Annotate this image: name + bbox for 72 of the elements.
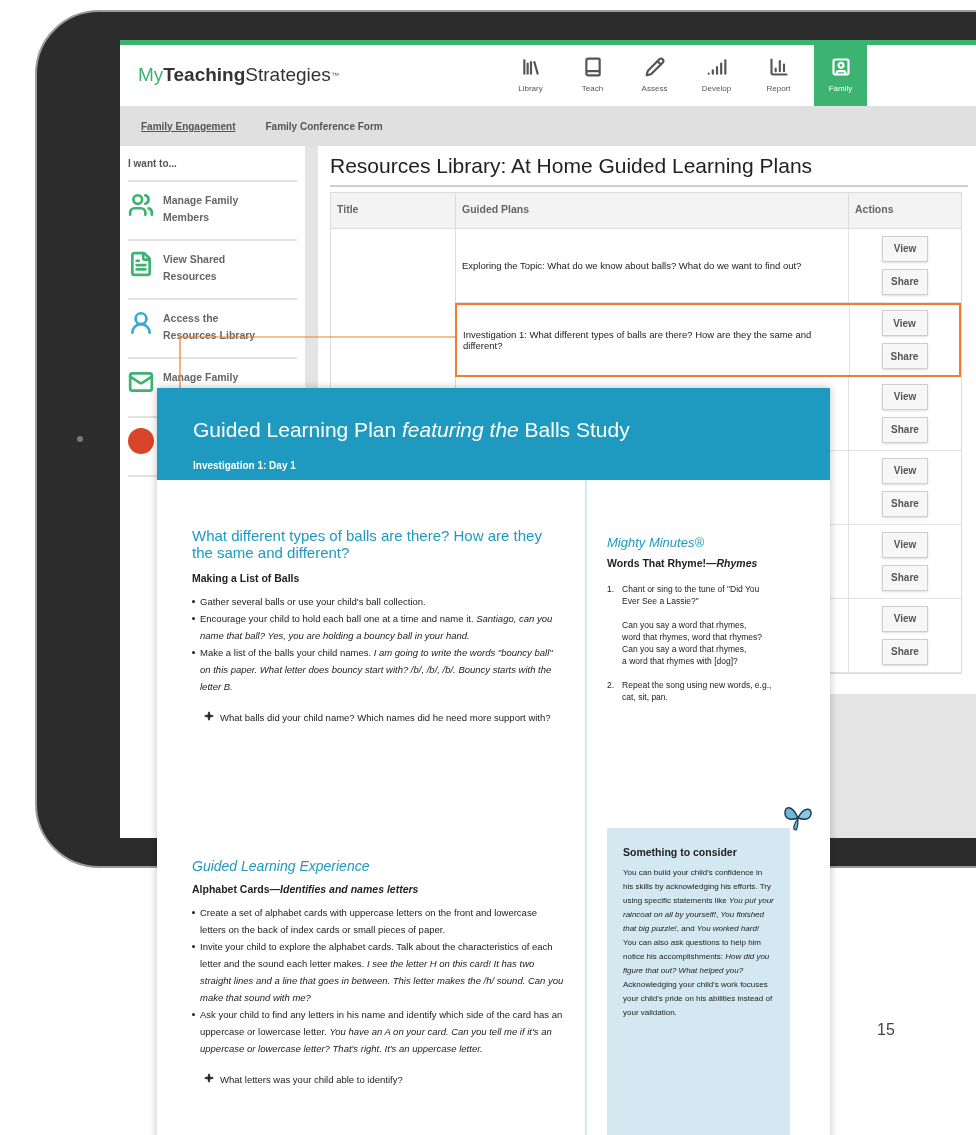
nav-tab[interactable]: Report	[752, 45, 805, 106]
section-heading: Mighty Minutes®	[607, 537, 705, 549]
section-subheading: Alphabet Cards—Identifies and names letters	[192, 882, 420, 897]
bullet-icon	[192, 651, 195, 654]
action-button[interactable]: Share	[882, 490, 928, 517]
bullet-text: Ask your child to find any letters in his name and identify which side of the card has an uppercase or lowercase letter. You have an A on your card. Can you tell me if it's an uppercase or lowercase letter? That's right. It's an uppercase letter.	[200, 1008, 564, 1056]
step-text: Repeat the song using new words, e.g., cat, sit, pan.	[622, 679, 773, 703]
song-verse: Can you say a word that rhymes, word that rhymes, word that rhymes? Can you say a word that rhymes, a word that rhymes with [dog]?	[622, 619, 763, 667]
page-number: 15	[877, 1020, 895, 1040]
document-title: Guided Learning Plan featuring the Balls Study	[193, 417, 631, 443]
action-button[interactable]: View	[882, 605, 928, 632]
bullet-icon	[192, 617, 195, 620]
action-button[interactable]: Share	[882, 564, 928, 591]
step-number: 2.	[607, 679, 615, 692]
nav-tab[interactable]: Develop	[690, 45, 743, 106]
action-button[interactable]: View	[882, 531, 928, 558]
nav-tab[interactable]: Assess	[628, 45, 681, 106]
reflection-question: What balls did your child name? Which names did he need more support with?	[220, 711, 551, 725]
action-button[interactable]: Share	[882, 638, 928, 665]
section-heading: What different types of balls are there? How are they the same and different?	[192, 527, 543, 561]
bullet-text: Invite your child to explore the alphabet cards. Talk about the characteristics of each letter and the sound each letter makes. I see the letter H on this card! It has two straight lines and a line that goes in between. This letter makes the /h/ sound. Can you make that sound with me?	[200, 940, 565, 1005]
bullet-text: Make a list of the balls your child names. I am going to write the words "bouncy ball" on this paper. What letter does bouncy start with? /b/, /b/, /b/. Bouncy starts with the letter B.	[200, 646, 554, 694]
book-icon	[582, 56, 603, 77]
document-icon	[128, 251, 154, 277]
page-title: Resources Library: At Home Guided Learning Plans	[330, 150, 968, 187]
step-text: Chant or sing to the tune of "Did You Ever See a Lassie?"	[622, 583, 761, 607]
bullet-icon	[192, 911, 195, 914]
action-button[interactable]: View	[882, 383, 928, 410]
document-subtitle: Investigation 1: Day 1	[193, 458, 297, 473]
sparkle-icon	[204, 1073, 214, 1083]
action-button[interactable]: Share	[882, 416, 928, 443]
bullet-icon	[192, 1013, 195, 1016]
column-header: Guided Plans	[456, 192, 849, 228]
bullet-text: Encourage your child to hold each ball one at a time and name it. Santiago, can you name that ball? Yes, you are holding a bouncy ball in your hand.	[200, 612, 554, 643]
sparkle-icon	[204, 711, 214, 721]
bullet-icon	[192, 945, 195, 948]
table-cell-text: Investigation 1: What different types of balls are there? How are they the same and different?	[463, 328, 813, 351]
column-header: Actions	[854, 202, 895, 218]
nav-tab[interactable]: Library	[504, 45, 557, 106]
section-subheading: Words That Rhyme!—Rhymes	[607, 557, 759, 569]
nav-tab[interactable]: Teach	[566, 45, 619, 106]
sidebar-link[interactable]: View Shared Resources	[163, 251, 273, 285]
books-icon	[520, 56, 541, 77]
section-subheading: Making a List of Balls	[192, 571, 301, 586]
avatar-icon	[128, 428, 154, 454]
tip-text: You can build your child's confidence in his skills by acknowledging his efforts. Try using specific statements like You put your raincoat on all by yourself!, You finished that big puzzle!, and You worked hard! You can also ask questions to help him notice his accomplishments: How did you figure that out? What helped you? Acknowledging your child's work focuses your child's pride on his abilities instead of your validation.	[623, 867, 774, 1019]
column-header: Title	[331, 192, 456, 228]
table-cell: Exploring the Topic: What do we know about balls? What do we want to find out?	[462, 259, 802, 271]
bullet-icon	[192, 600, 195, 603]
logo: MyTeachingStrategies™	[137, 63, 340, 88]
stepped-bars-icon	[706, 56, 727, 77]
section-heading: Guided Learning Experience	[192, 858, 371, 875]
portrait-icon	[830, 56, 851, 77]
subnav-link[interactable]: Family Engagement	[141, 118, 236, 134]
pencil-icon	[644, 56, 665, 77]
sidebar-heading: I want to...	[128, 156, 297, 182]
action-button[interactable]: View	[882, 235, 928, 262]
sidebar-link[interactable]: Manage Family Members	[163, 192, 273, 226]
group-icon	[128, 192, 154, 218]
action-button[interactable]: View	[882, 457, 928, 484]
tip-heading: Something to consider	[623, 846, 738, 858]
subnav-link[interactable]: Family Conference Form	[265, 118, 383, 134]
envelope-icon	[128, 369, 154, 395]
step-number: 1.	[607, 583, 615, 596]
bullet-text: Create a set of alphabet cards with uppercase letters on the front and lowercase letters on the back of index cards or small pieces of paper.	[200, 906, 538, 937]
action-button[interactable]: Share	[882, 268, 928, 295]
bar-chart-icon	[768, 56, 789, 77]
person-icon	[128, 310, 154, 336]
bullet-text: Gather several balls or use your child's ball collection.	[200, 595, 426, 609]
reflection-question: What letters was your child able to identify?	[220, 1073, 403, 1087]
action-button[interactable]: Share	[881, 343, 928, 369]
action-button[interactable]: View	[881, 310, 928, 336]
